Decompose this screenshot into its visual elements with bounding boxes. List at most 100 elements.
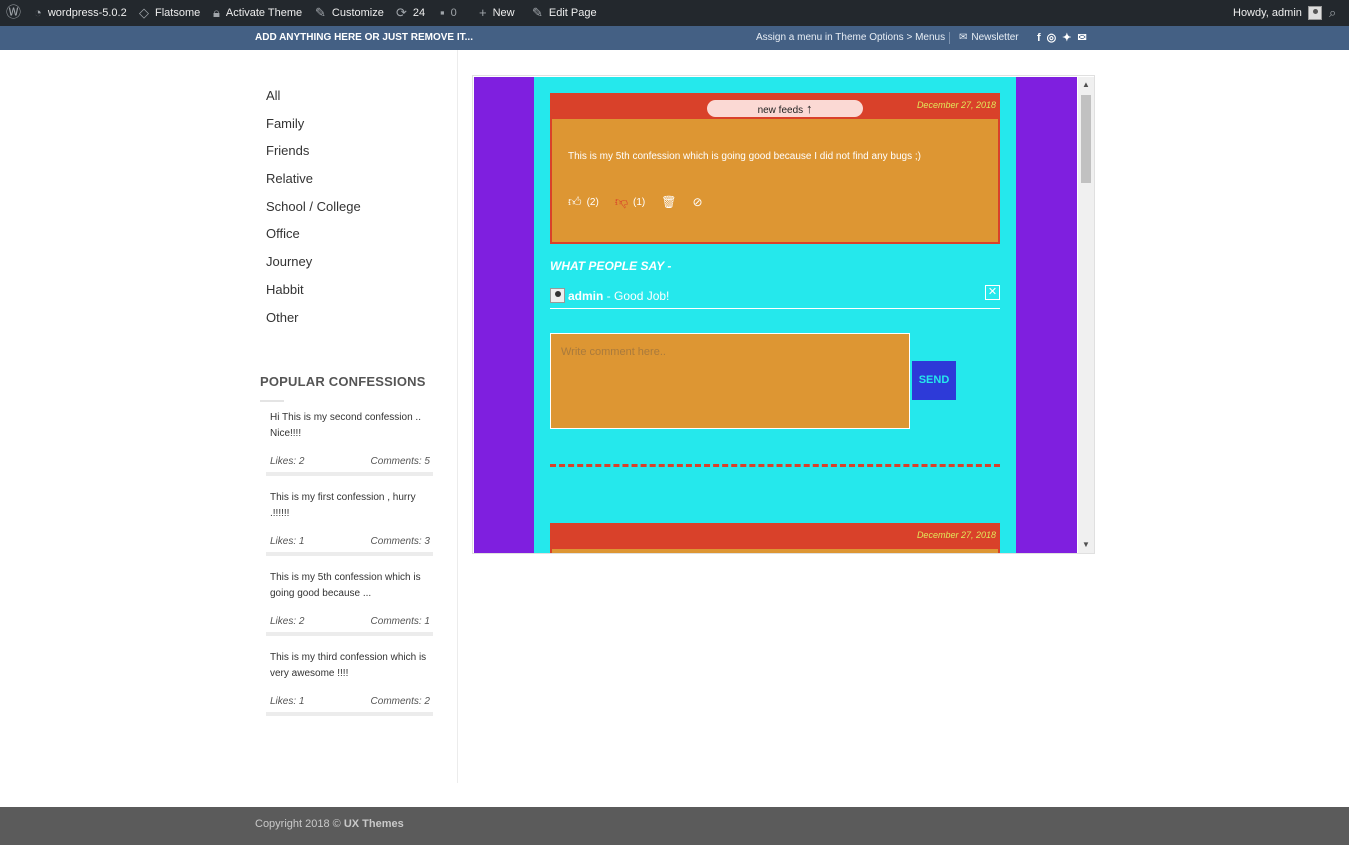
category-school-college[interactable]: School / College <box>266 199 361 227</box>
edit-page-link[interactable]: ✎ Edit Page <box>532 0 597 26</box>
thumbs-up-icon: 👍︎ <box>568 194 582 209</box>
brush-icon: ✎ <box>315 5 326 20</box>
customize-link[interactable]: ✎ Customize <box>315 0 384 26</box>
category-other[interactable]: Other <box>266 310 361 338</box>
category-friends[interactable]: Friends <box>266 143 361 171</box>
send-button[interactable]: SEND <box>912 361 956 400</box>
category-habbit[interactable]: Habbit <box>266 282 361 310</box>
comments-count: 0 <box>450 7 457 19</box>
popular-confessions-title: POPULAR CONFESSIONS <box>260 374 426 389</box>
popular-item[interactable]: This is my third confession which is ver… <box>266 644 433 724</box>
comment-text: - Good Job! <box>603 289 670 303</box>
popular-item-meta: Likes: 2 Comments: 1 <box>270 616 430 627</box>
activate-theme-link[interactable]: 🔒︎ Activate Theme <box>213 0 302 26</box>
confession-text: This is my 5th confession which is going… <box>568 151 921 162</box>
divider <box>266 712 433 716</box>
popular-item-text: This is my 5th confession which is going… <box>270 572 421 599</box>
sidebar: All Family Friends Relative School / Col… <box>258 50 458 783</box>
newsletter-label: Newsletter <box>971 32 1019 43</box>
hide-button[interactable]: ⊘ <box>693 195 703 209</box>
comments-count: Comments: 3 <box>370 536 430 547</box>
popular-item-text: Hi This is my second confession .. Nice!… <box>270 412 421 439</box>
popular-item-text: This is my third confession which is ver… <box>270 652 427 679</box>
popular-item[interactable]: Hi This is my second confession .. Nice!… <box>266 404 433 484</box>
edit-page-label: Edit Page <box>548 7 597 19</box>
card-header: new feeds ↑ December 27, 2018 <box>552 95 998 119</box>
popular-item-meta: Likes: 1 Comments: 3 <box>270 536 430 547</box>
card-actions: 👍︎ (2) 👎︎ (1) 🗑︎ ⊘ <box>568 194 719 210</box>
close-icon[interactable]: ✕ <box>985 285 1000 300</box>
email-icon[interactable]: ✉ <box>1078 26 1087 50</box>
popular-item-meta: Likes: 2 Comments: 5 <box>270 456 430 467</box>
new-feeds-label: new feeds <box>757 105 804 116</box>
pencil-icon: ✎ <box>532 5 543 20</box>
footer: Copyright 2018 © UX Themes <box>0 807 1349 845</box>
confession-card: new feeds ↑ December 27, 2018 This is my… <box>550 93 1000 244</box>
brand-link[interactable]: UX Themes <box>344 818 404 830</box>
likes-count: Likes: 1 <box>270 536 305 547</box>
avatar <box>1307 6 1322 20</box>
avatar <box>550 288 565 303</box>
arrow-up-icon: ↑ <box>805 101 813 116</box>
eye-slash-icon: ⊘ <box>692 195 703 209</box>
category-journey[interactable]: Journey <box>266 254 361 282</box>
scroll-down-icon[interactable]: ▼ <box>1082 540 1090 549</box>
copyright-text: Copyright 2018 © <box>255 818 341 830</box>
category-all[interactable]: All <box>266 88 361 116</box>
comment-content: admin - Good Job! <box>568 289 669 303</box>
top-bar: ADD ANYTHING HERE OR JUST REMOVE IT... A… <box>0 26 1349 50</box>
confession-feed-frame: new feeds ↑ December 27, 2018 This is my… <box>472 75 1095 554</box>
comments-count: Comments: 1 <box>370 616 430 627</box>
like-button[interactable]: 👍︎ (2) <box>568 194 599 210</box>
search-icon[interactable]: ⌕ <box>1329 0 1336 26</box>
twitter-icon[interactable]: ✦ <box>1062 26 1071 50</box>
popular-item-meta: Likes: 1 Comments: 2 <box>270 696 430 707</box>
theme-link[interactable]: ◇ Flatsome <box>139 0 200 26</box>
scroll-up-icon[interactable]: ▲ <box>1082 80 1090 89</box>
category-relative[interactable]: Relative <box>266 171 361 199</box>
updates-link[interactable]: ⟳ 24 <box>396 0 425 26</box>
title-underline <box>260 400 284 402</box>
theme-label: Flatsome <box>155 7 201 19</box>
category-office[interactable]: Office <box>266 226 361 254</box>
new-feeds-button[interactable]: new feeds ↑ <box>707 100 863 117</box>
dashboard-icon: ◔ <box>34 5 42 20</box>
newsletter-link[interactable]: ✉ Newsletter <box>959 26 1019 50</box>
delete-button[interactable]: 🗑︎ <box>661 195 676 209</box>
facebook-icon[interactable]: f <box>1037 26 1041 50</box>
dislike-button[interactable]: 👎︎ (1) <box>615 194 645 210</box>
instagram-icon[interactable]: ◎ <box>1047 26 1057 50</box>
top-bar-message: ADD ANYTHING HERE OR JUST REMOVE IT... <box>255 32 473 43</box>
comment-author: admin <box>568 289 604 303</box>
popular-item[interactable]: This is my 5th confession which is going… <box>266 564 433 644</box>
new-link[interactable]: + New <box>479 0 515 26</box>
scrollbar-thumb[interactable] <box>1081 95 1091 183</box>
like-count: (2) <box>586 196 599 208</box>
account-menu[interactable]: Howdy, admin <box>1233 0 1322 26</box>
scrollbar[interactable]: ▲ ▼ <box>1078 77 1094 553</box>
site-name-link[interactable]: ◔ wordpress-5.0.2 <box>34 0 127 26</box>
lock-icon: 🔒︎ <box>213 5 220 20</box>
flatsome-icon: ◇ <box>139 5 149 20</box>
comments-link[interactable]: ▪ 0 <box>440 0 457 26</box>
howdy-label: Howdy, admin <box>1233 7 1302 19</box>
admin-bar: Ⓦ ◔ wordpress-5.0.2 ◇ Flatsome 🔒︎ Activa… <box>0 0 1349 26</box>
divider <box>266 472 433 476</box>
assign-menu-link[interactable]: Assign a menu in Theme Options > Menus <box>756 26 945 50</box>
feed-column: new feeds ↑ December 27, 2018 This is my… <box>534 77 1016 553</box>
popular-item-text: This is my first confession , hurry .!!!… <box>270 492 416 519</box>
likes-count: Likes: 1 <box>270 696 305 707</box>
thumbs-down-icon: 👎︎ <box>614 194 629 209</box>
popular-item[interactable]: This is my first confession , hurry .!!!… <box>266 484 433 564</box>
confession-card: December 27, 2018 <box>550 523 1000 553</box>
activate-label: Activate Theme <box>225 7 303 19</box>
comment-input[interactable]: Write comment here.. <box>550 333 910 429</box>
category-list: All Family Friends Relative School / Col… <box>266 88 361 337</box>
likes-count: Likes: 2 <box>270 616 305 627</box>
likes-count: Likes: 2 <box>270 456 305 467</box>
category-family[interactable]: Family <box>266 116 361 144</box>
card-header: December 27, 2018 <box>552 525 998 549</box>
new-label: New <box>492 7 515 19</box>
comment-placeholder: Write comment here.. <box>561 346 666 358</box>
wordpress-logo-icon[interactable]: Ⓦ <box>6 0 21 26</box>
